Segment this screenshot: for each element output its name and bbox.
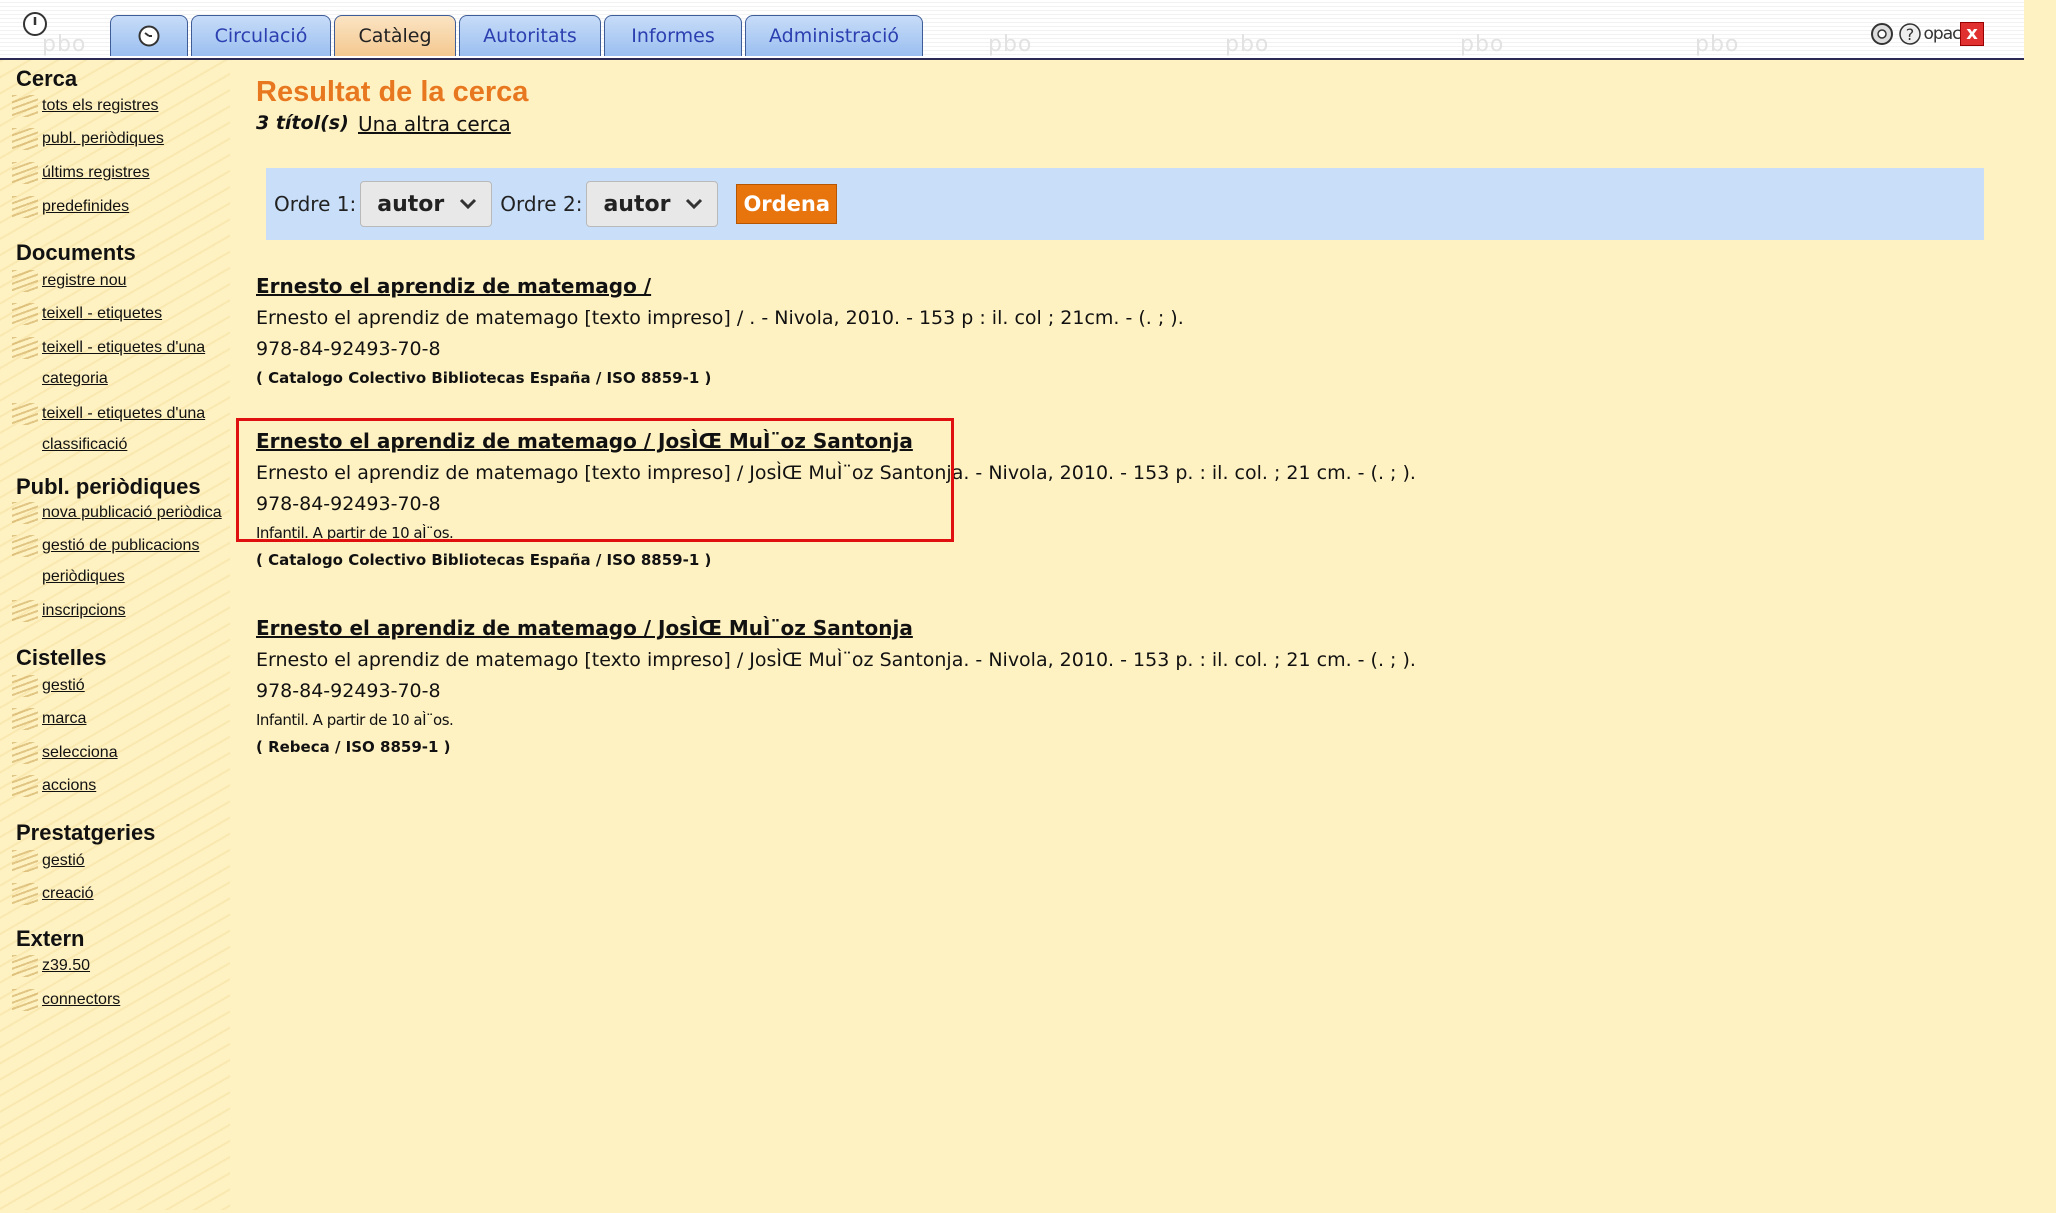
tab-home[interactable] — [110, 15, 188, 56]
chevron-down-icon — [460, 198, 477, 210]
watermark: pbo — [988, 32, 1033, 57]
sidebar-link-predefinides[interactable]: predefinides — [12, 191, 232, 222]
tab-circulacio[interactable]: Circulació — [191, 15, 331, 56]
sidebar-link-marca[interactable]: marca — [12, 703, 232, 734]
top-bar: pbo pbo pbo pbo pbo Circulació Catàleg A… — [0, 0, 2024, 60]
sidebar-link-tots-els-registres[interactable]: tots els registres — [12, 90, 232, 121]
watermark: pbo — [1695, 32, 1740, 57]
chevron-down-icon — [686, 198, 703, 210]
result-count: 3 títol(s) — [256, 112, 349, 134]
result-title-link[interactable]: Ernesto el aprendiz de matemago / — [256, 274, 651, 298]
sidebar-section-prestatgeries: Prestatgeries — [16, 820, 156, 845]
order2-select[interactable]: autor — [586, 181, 719, 227]
ordena-button[interactable]: Ordena — [736, 184, 838, 224]
result-title-link[interactable]: Ernesto el aprendiz de matemago / JosÌŒ … — [256, 616, 913, 640]
sidebar-link-registre-nou[interactable]: registre nou — [12, 265, 232, 296]
top-right-tools: ? opac x — [1868, 20, 1984, 48]
order1-label: Ordre 1: — [274, 192, 357, 216]
tab-informes[interactable]: Informes — [604, 15, 742, 56]
order2-value: autor — [603, 191, 671, 217]
sidebar-link-connectors[interactable]: connectors — [12, 984, 232, 1015]
sidebar-link-teixell-classificacio[interactable]: teixell - etiquetes d'una classificació — [12, 398, 232, 460]
sidebar-link-z3950[interactable]: z39.50 — [12, 950, 232, 981]
result-item: Ernesto el aprendiz de matemago / JosÌŒ … — [256, 616, 1416, 756]
sidebar-link-creacio[interactable]: creació — [12, 878, 232, 909]
result-description: Ernesto el aprendiz de matemago [texto i… — [256, 307, 1184, 329]
order1-value: autor — [377, 191, 445, 217]
selection-highlight — [236, 418, 954, 542]
result-source: ( Catalogo Colectivo Bibliotecas España … — [256, 551, 712, 569]
sidebar-link-cistelles-gestio[interactable]: gestió — [12, 670, 232, 701]
sidebar-link-nova-publicacio[interactable]: nova publicació periòdica — [12, 497, 237, 528]
clock-icon — [138, 25, 160, 47]
svg-text:?: ? — [1906, 25, 1915, 44]
result-source: ( Catalogo Colectivo Bibliotecas España … — [256, 369, 712, 387]
another-search-link[interactable]: Una altra cerca — [358, 112, 511, 136]
opac-label: opac — [1923, 24, 1962, 44]
watermark: pbo — [1225, 32, 1270, 57]
tab-cataleg[interactable]: Catàleg — [334, 15, 456, 56]
sidebar-section-cistelles: Cistelles — [16, 645, 107, 670]
tab-autoritats[interactable]: Autoritats — [459, 15, 601, 56]
order2-label: Ordre 2: — [500, 192, 583, 216]
sidebar-section-cerca: Cerca — [16, 66, 78, 91]
help-icon[interactable]: ? — [1896, 20, 1924, 48]
watermark: pbo — [1460, 32, 1505, 57]
sidebar-link-selecciona[interactable]: selecciona — [12, 737, 232, 768]
sidebar-link-accions[interactable]: accions — [12, 770, 232, 801]
opac-link[interactable]: opac — [1923, 20, 1962, 48]
result-isbn: 978-84-92493-70-8 — [256, 338, 441, 360]
sidebar-link-ultims-registres[interactable]: últims registres — [12, 157, 232, 188]
close-icon[interactable]: x — [1960, 22, 1984, 46]
main-tabs: Circulació Catàleg Autoritats Informes A… — [110, 15, 923, 58]
sidebar-section-documents: Documents — [16, 240, 136, 265]
result-description: Ernesto el aprendiz de matemago [texto i… — [256, 649, 1416, 671]
order1-select[interactable]: autor — [360, 181, 493, 227]
sidebar-link-publ-periodiques[interactable]: publ. periòdiques — [12, 123, 232, 154]
result-item: Ernesto el aprendiz de matemago / Ernest… — [256, 274, 1184, 387]
power-icon[interactable] — [22, 11, 48, 37]
sidebar-section-extern: Extern — [16, 926, 85, 951]
sidebar-link-prestatgeries-gestio[interactable]: gestió — [12, 845, 232, 876]
tab-administracio[interactable]: Administració — [745, 15, 923, 56]
sidebar-link-inscripcions[interactable]: inscripcions — [12, 595, 232, 626]
result-source: ( Rebeca / ISO 8859-1 ) — [256, 738, 451, 756]
sidebar: Cerca tots els registres publ. periòdiqu… — [0, 60, 230, 1210]
watermark: pbo — [42, 32, 87, 57]
sidebar-link-teixell-categoria[interactable]: teixell - etiquetes d'una categoria — [12, 332, 232, 394]
result-note: Infantil. A partir de 10 aÌ¨os. — [256, 711, 454, 729]
order-bar: Ordre 1: autor Ordre 2: autor Ordena — [266, 168, 1984, 240]
page-title: Resultat de la cerca — [256, 76, 529, 108]
result-isbn: 978-84-92493-70-8 — [256, 680, 441, 702]
sidebar-link-gestio-publicacions[interactable]: gestió de publicacions periòdiques — [12, 530, 232, 592]
settings-icon[interactable] — [1868, 20, 1896, 48]
sidebar-link-teixell-etiquetes[interactable]: teixell - etiquetes — [12, 298, 232, 329]
